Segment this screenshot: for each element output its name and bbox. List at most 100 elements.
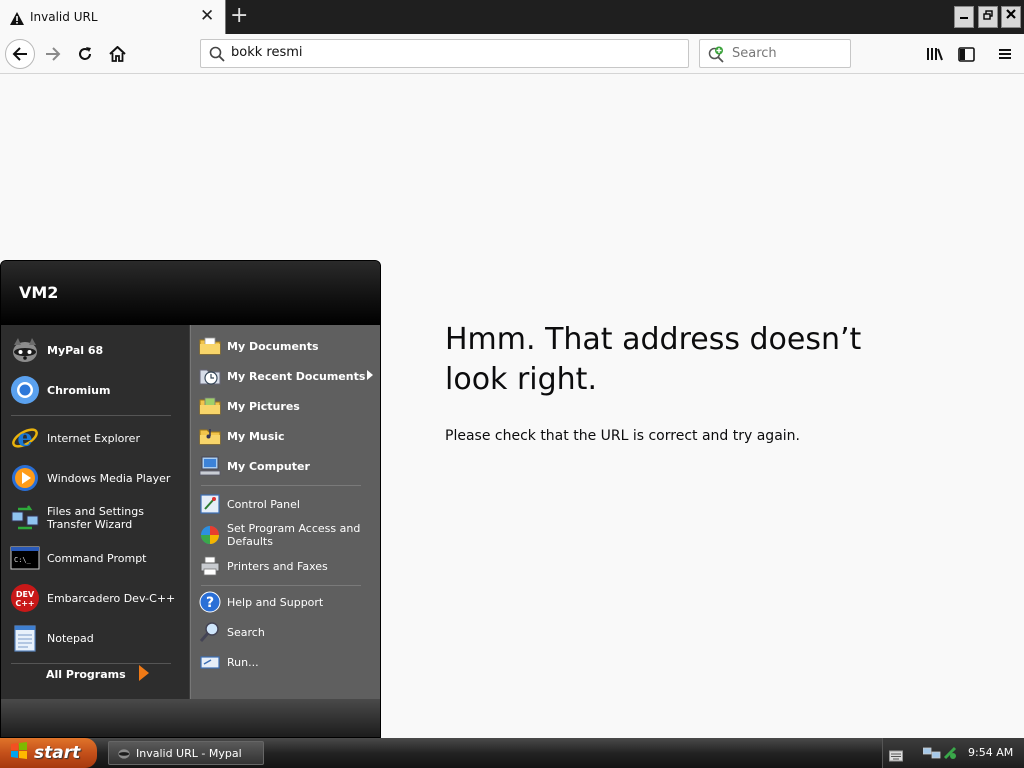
search-icon [199,621,221,643]
navigation-toolbar [0,34,1024,74]
menu-item-notepad[interactable]: Notepad [9,621,185,655]
close-window-button[interactable] [1001,6,1021,28]
menu-item-dev-cpp[interactable]: DEV C++ Embarcadero Dev-C++ [9,581,185,615]
tab-invalid-url[interactable]: Invalid URL ✕ [0,0,226,34]
run-icon [199,651,221,673]
all-programs-label: All Programs [46,668,126,681]
system-tray: 9:54 AM [882,738,1024,768]
submenu-arrow-icon [367,370,373,383]
menu-item-label: MyPal 68 [47,343,104,357]
printer-icon [199,555,221,577]
library-icon [927,48,943,61]
restore-icon [983,10,993,20]
start-button[interactable]: start [0,738,97,768]
menu-item-my-pictures[interactable]: My Pictures [199,395,379,417]
menu-item-transfer-wizard[interactable]: Files and Settings Transfer Wizard [9,501,185,535]
start-menu-header: VM2 [1,261,380,325]
minimize-button[interactable] [954,6,974,28]
transfer-wizard-icon [9,502,41,534]
taskbar-item-mypal[interactable]: Invalid URL - Mypal [108,741,264,765]
error-title: Hmm. That address doesn’t look right. [445,322,862,397]
back-button[interactable] [5,39,35,69]
menu-item-my-recent-documents[interactable]: My Recent Documents [199,365,379,387]
menu-item-label: Search [227,625,265,639]
menu-item-printers-faxes[interactable]: Printers and Faxes [199,555,379,577]
menu-item-label: Embarcadero Dev-C++ [47,591,176,605]
menu-item-label: Chromium [47,383,111,397]
svg-text:?: ? [206,595,214,611]
forward-arrow-icon [46,47,61,61]
menu-item-help-support[interactable]: ? Help and Support [199,591,379,613]
restore-button[interactable] [978,6,998,28]
keyboard-icon[interactable] [889,747,903,766]
search-engine-icon [708,46,725,67]
recent-documents-icon [199,365,221,387]
computer-icon [199,455,221,477]
menu-item-internet-explorer[interactable]: e Internet Explorer [9,421,185,455]
error-message: Please check that the URL is correct and… [445,428,800,444]
menu-separator [201,485,361,486]
menu-item-label: Control Panel [227,497,300,511]
menu-item-command-prompt[interactable]: C:\_ Command Prompt [9,541,185,575]
menu-item-label: Windows Media Player [47,471,171,485]
menu-item-my-computer[interactable]: My Computer [199,455,379,477]
tab-title: Invalid URL [30,10,98,24]
url-bar[interactable] [200,39,689,68]
menu-item-my-documents[interactable]: My Documents [199,335,379,357]
search-bar[interactable] [699,39,851,68]
search-icon [209,46,225,66]
menu-item-run[interactable]: Run... [199,651,379,673]
close-icon [1006,9,1016,19]
menu-item-label: Run... [227,655,259,669]
arrow-right-icon [138,665,150,684]
library-button[interactable] [920,39,950,69]
forward-button[interactable] [38,39,68,69]
menu-item-label: My Music [227,429,285,443]
folder-documents-icon [199,335,221,357]
menu-item-label: Files and Settings Transfer Wizard [47,505,144,531]
url-input[interactable] [231,45,671,60]
sidebar-button[interactable] [951,39,981,69]
clock: 9:54 AM [968,746,1014,759]
command-prompt-icon: C:\_ [9,542,41,574]
menu-item-label: Internet Explorer [47,431,140,445]
search-input[interactable] [732,46,842,61]
home-icon [108,46,126,62]
start-menu-footer [1,699,380,737]
start-menu: VM2 MyPal 68 Chromium e Internet Explore… [0,260,381,738]
all-programs-button[interactable]: All Programs [46,665,150,684]
sidebar-icon [957,46,975,62]
start-label: start [34,743,81,763]
menu-item-search[interactable]: Search [199,621,379,643]
minimize-icon [960,17,968,19]
menu-item-my-music[interactable]: My Music [199,425,379,447]
menu-separator [11,415,171,416]
windows-logo-icon [10,741,28,765]
raccoon-icon [117,746,131,760]
network-icon[interactable] [922,745,941,764]
menu-item-label: Set Program Access and Defaults [227,522,361,548]
menu-separator [201,585,361,586]
menu-separator [11,663,171,664]
tab-close-icon[interactable]: ✕ [200,7,214,25]
svg-text:C++: C++ [15,599,34,608]
user-name: VM2 [19,283,59,302]
menu-button[interactable] [990,39,1020,69]
new-tab-icon[interactable]: + [230,4,248,28]
menu-item-chromium[interactable]: Chromium [9,373,185,407]
menu-item-control-panel[interactable]: Control Panel [199,493,379,515]
reload-button[interactable] [70,39,100,69]
hamburger-menu-icon [999,49,1011,59]
menu-item-mypal[interactable]: MyPal 68 [9,333,185,367]
menu-item-label: My Computer [227,459,310,473]
menu-item-media-player[interactable]: Windows Media Player [9,461,185,495]
menu-item-label: My Pictures [227,399,300,413]
menu-item-label: Command Prompt [47,551,147,565]
home-button[interactable] [102,39,132,69]
folder-music-icon [199,425,221,447]
safely-remove-icon[interactable] [943,745,957,764]
menu-item-program-defaults[interactable]: Set Program Access and Defaults [199,521,379,549]
menu-item-label: My Recent Documents [227,369,366,383]
help-icon: ? [199,591,221,613]
start-menu-programs: MyPal 68 Chromium e Internet Explorer Wi… [1,325,189,699]
